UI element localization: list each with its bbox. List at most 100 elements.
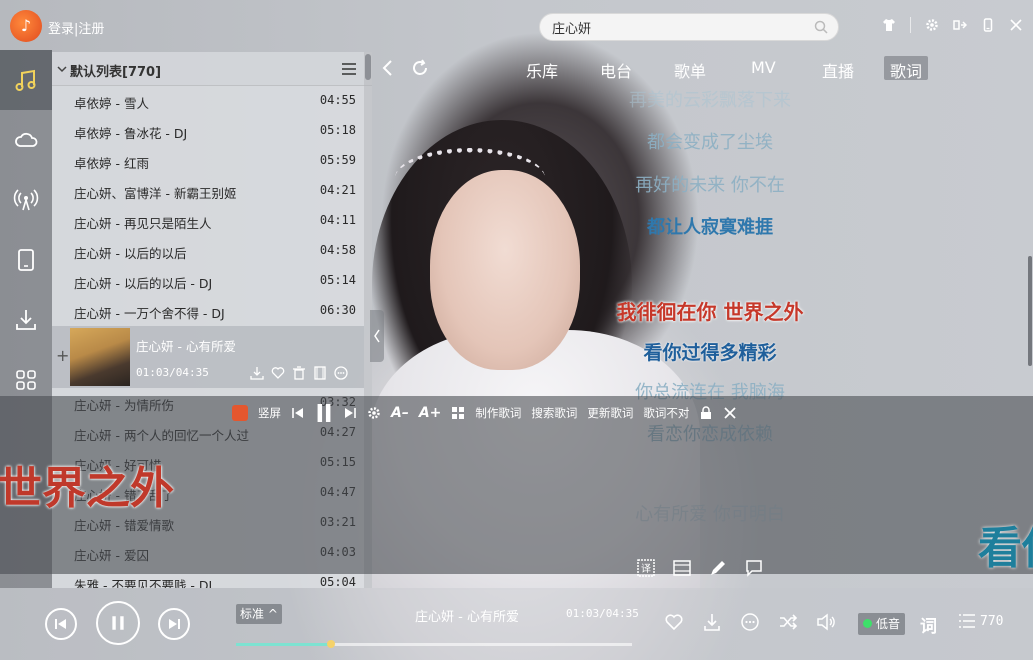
song-row[interactable]: 卓依婷 - 雪人 04:55 bbox=[52, 86, 364, 116]
font-decrease-button[interactable]: A– bbox=[391, 405, 409, 421]
nav-music[interactable] bbox=[0, 50, 52, 110]
progress-knob[interactable] bbox=[327, 640, 336, 648]
previous-button[interactable] bbox=[291, 406, 305, 421]
song-duration: 05:14 bbox=[319, 273, 356, 287]
chevron-up-icon: ^ bbox=[264, 607, 278, 621]
nav-cloud[interactable] bbox=[0, 110, 52, 170]
menu-icon[interactable] bbox=[342, 63, 356, 75]
nav-download[interactable] bbox=[0, 290, 52, 350]
tab-radio[interactable]: 电台 bbox=[594, 56, 638, 81]
song-duration: 05:18 bbox=[319, 123, 356, 137]
next-icon bbox=[169, 619, 180, 629]
search-input[interactable] bbox=[552, 17, 802, 37]
sound-effect-toggle[interactable]: 低音 bbox=[858, 613, 906, 635]
app-logo-icon bbox=[232, 405, 248, 421]
refresh-icon[interactable] bbox=[410, 58, 430, 78]
collapse-panel-handle[interactable] bbox=[370, 310, 384, 362]
song-row[interactable]: 庄心妍 - 再见只是陌生人 04:11 bbox=[52, 206, 364, 236]
tab-playlists[interactable]: 歌单 bbox=[668, 56, 712, 81]
tab-lyrics[interactable]: 歌词 bbox=[884, 56, 929, 81]
lyrics-toggle-button[interactable]: 词 bbox=[920, 612, 937, 637]
vertical-mode-button[interactable]: 竖屏 bbox=[258, 405, 281, 421]
more-icon[interactable] bbox=[740, 612, 760, 632]
update-lyrics-button[interactable]: 更新歌词 bbox=[587, 405, 633, 421]
grid-icon bbox=[452, 407, 465, 420]
history-nav bbox=[378, 58, 430, 78]
mini-mode-icon[interactable] bbox=[953, 18, 967, 32]
nav-device[interactable] bbox=[0, 230, 52, 290]
song-row[interactable]: 庄心妍 - 一万个舍不得 - DJ 06:30 bbox=[52, 296, 364, 326]
play-pause-button[interactable] bbox=[96, 601, 140, 645]
font-increase-button[interactable]: A+ bbox=[419, 405, 442, 421]
tab-live[interactable]: 直播 bbox=[816, 56, 860, 81]
now-playing-time: 01:03/04:35 bbox=[136, 366, 209, 379]
song-row[interactable]: 庄心妍 - 以后的以后 04:58 bbox=[52, 236, 364, 266]
shuffle-icon[interactable] bbox=[778, 612, 798, 632]
player-actions bbox=[664, 612, 836, 632]
close-lyrics-button[interactable] bbox=[723, 406, 737, 421]
nav-radio[interactable] bbox=[0, 170, 52, 230]
chevron-down-icon[interactable] bbox=[57, 64, 67, 74]
comment-icon[interactable] bbox=[744, 558, 764, 578]
lyrics-settings-button[interactable] bbox=[367, 406, 381, 421]
pause-icon bbox=[112, 616, 124, 630]
lyrics-scrollbar[interactable] bbox=[1028, 256, 1032, 366]
previous-icon bbox=[55, 619, 66, 629]
scrollbar-thumb[interactable] bbox=[365, 54, 371, 80]
delete-trash-icon[interactable] bbox=[292, 366, 306, 380]
next-track-button[interactable] bbox=[158, 608, 190, 640]
make-lyrics-button[interactable]: 制作歌词 bbox=[475, 405, 521, 421]
lyric-line: 看你过得多精彩 bbox=[643, 342, 777, 364]
heart-icon[interactable] bbox=[271, 366, 285, 380]
progress-bar[interactable] bbox=[236, 640, 632, 648]
list-icon bbox=[959, 614, 975, 628]
search-lyrics-button[interactable]: 搜索歌词 bbox=[531, 405, 577, 421]
title-bar: ♪ 登录|注册 bbox=[0, 0, 1033, 50]
app-logo-icon[interactable]: ♪ bbox=[10, 10, 42, 42]
song-duration: 06:30 bbox=[319, 303, 356, 317]
volume-icon[interactable] bbox=[816, 612, 836, 632]
wrong-lyrics-button[interactable]: 歌词不对 bbox=[643, 405, 689, 421]
song-duration: 05:04 bbox=[319, 575, 356, 588]
song-title: 庄心妍 - 再见只是陌生人 bbox=[74, 216, 212, 231]
now-playing-actions bbox=[250, 366, 348, 380]
add-icon[interactable]: + bbox=[56, 346, 69, 365]
more-icon[interactable] bbox=[334, 366, 348, 380]
playlist-title: 默认列表[770] bbox=[70, 65, 162, 80]
phone-mode-icon[interactable] bbox=[981, 18, 995, 32]
translate-icon[interactable]: 译 bbox=[636, 558, 656, 578]
layout-grid-button[interactable] bbox=[451, 406, 465, 421]
song-row[interactable]: 庄心妍 - 以后的以后 - DJ 05:14 bbox=[52, 266, 364, 296]
download-icon[interactable] bbox=[250, 366, 264, 380]
song-row[interactable]: 卓依婷 - 鲁冰花 - DJ 05:18 bbox=[52, 116, 364, 146]
search-icon[interactable] bbox=[814, 20, 828, 34]
pen-edit-icon[interactable] bbox=[708, 558, 728, 578]
tab-mv[interactable]: MV bbox=[745, 56, 782, 80]
heart-icon[interactable] bbox=[664, 612, 684, 632]
skin-shirt-icon[interactable] bbox=[882, 18, 896, 32]
lock-lyrics-button[interactable] bbox=[699, 406, 713, 421]
login-link[interactable]: 登录|注册 bbox=[48, 18, 104, 37]
gear-icon bbox=[368, 407, 380, 419]
song-row[interactable]: 庄心妍、富博洋 - 新霸王别姬 04:21 bbox=[52, 176, 364, 206]
back-arrow-icon[interactable] bbox=[378, 58, 398, 78]
song-title: 庄心妍 - 以后的以后 bbox=[74, 246, 187, 261]
search-box[interactable] bbox=[539, 13, 839, 41]
download-icon[interactable] bbox=[702, 612, 722, 632]
album-cover[interactable] bbox=[70, 328, 130, 386]
song-row[interactable]: 卓依婷 - 红雨 05:59 bbox=[52, 146, 364, 176]
status-dot bbox=[863, 619, 872, 628]
mv-film-icon[interactable] bbox=[313, 366, 327, 380]
now-playing-row[interactable]: + 庄心妍 - 心有所爱 01:03/04:35 bbox=[52, 326, 364, 388]
tab-library[interactable]: 乐库 bbox=[520, 56, 564, 81]
lyric-line: 再好的未来 你不在 bbox=[635, 175, 785, 196]
quality-selector[interactable]: 标准 ^ bbox=[236, 604, 282, 624]
previous-track-button[interactable] bbox=[45, 608, 77, 640]
pause-button[interactable] bbox=[315, 404, 333, 422]
playlist-header[interactable]: 默认列表[770] bbox=[52, 52, 372, 86]
playlist-button[interactable]: 770 bbox=[958, 612, 1003, 630]
fullscreen-lyrics-icon[interactable] bbox=[672, 558, 692, 578]
close-icon[interactable] bbox=[1009, 18, 1023, 32]
next-button[interactable] bbox=[343, 406, 357, 421]
settings-gear-icon[interactable] bbox=[925, 18, 939, 32]
